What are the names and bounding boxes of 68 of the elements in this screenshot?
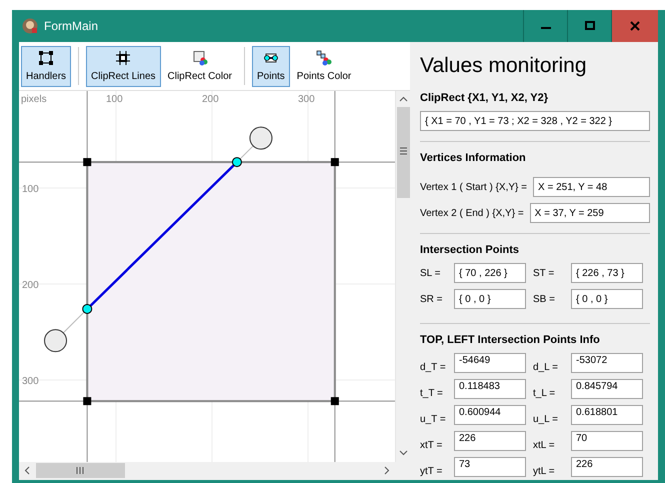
field-label: SB = (533, 294, 556, 304)
value-field[interactable]: 70 (571, 431, 643, 451)
field-label: t_L = (533, 388, 556, 399)
section-heading: TOP, LEFT Intersection Points Info (420, 334, 601, 346)
value-field[interactable]: 226 (454, 431, 526, 451)
corner-handle[interactable] (83, 158, 92, 166)
corner-handle[interactable] (330, 397, 339, 406)
x-axis-label: 100 (106, 94, 123, 105)
intersection-point (232, 157, 242, 168)
field-label: ytT = (420, 466, 444, 477)
close-icon (630, 21, 640, 31)
clip-rect-field[interactable]: { X1 = 70 , Y1 = 73 ; X2 = 328 , Y2 = 322 } (420, 111, 650, 131)
color-icon (316, 50, 332, 66)
point-field[interactable]: { 226 , 73 } (571, 263, 643, 283)
color-icon (192, 50, 208, 66)
value-field[interactable]: -53072 (571, 353, 643, 373)
section-heading: Vertices Information (420, 152, 527, 164)
horizontal-scrollbar[interactable] (19, 462, 395, 480)
close-button[interactable] (611, 10, 658, 42)
toolbar-button[interactable]: Points (252, 46, 290, 86)
vertex-field[interactable]: X = 37, Y = 259 (530, 203, 650, 223)
field-label: Vertex 1 ( Start ) {X,Y} = (420, 182, 527, 192)
point-field[interactable]: { 0 , 0 } (571, 289, 643, 309)
field-label: SL = (420, 268, 442, 278)
value-field[interactable]: -54649 (454, 353, 526, 373)
y-axis-label: 200 (22, 280, 39, 291)
value-field[interactable]: 0.618801 (571, 405, 643, 425)
toolbar-button[interactable]: ClipRect Color (162, 46, 237, 86)
x-axis-label: 200 (202, 94, 219, 105)
vertex-handle[interactable] (44, 329, 68, 352)
section-heading: Intersection Points (420, 244, 520, 256)
panel-title: Values monitoring (420, 54, 588, 78)
field-label: ST = (533, 268, 556, 278)
y-axis-label: 300 (22, 376, 39, 387)
field-label: d_T = (420, 362, 447, 373)
intersection-point (82, 304, 92, 314)
value-field[interactable]: 73 (454, 457, 526, 477)
drawing-canvas[interactable]: pixels 100 200 300 100 200 300 (19, 91, 395, 462)
field-label: ytL = (533, 466, 556, 477)
field-label: SR = (420, 294, 444, 304)
point-field[interactable]: { 70 , 226 } (454, 263, 526, 283)
section-heading: ClipRect {X1, Y1, X2, Y2} (420, 92, 549, 104)
value-field[interactable]: 226 (571, 457, 643, 477)
field-label: d_L = (533, 362, 559, 373)
field-label: Vertex 2 ( End ) {X,Y} = (420, 208, 524, 218)
corner-handle[interactable] (330, 158, 339, 166)
point-field[interactable]: { 0 , 0 } (454, 289, 526, 309)
vertex-handle[interactable] (249, 126, 272, 150)
y-axis-label: 100 (22, 184, 39, 195)
toolbar-button[interactable]: Points Color (292, 46, 356, 86)
axis-unit: pixels (21, 94, 47, 105)
value-field[interactable]: 0.118483 (454, 379, 526, 399)
x-axis-label: 300 (298, 94, 315, 105)
app-icon (22, 18, 38, 34)
toolbar-button[interactable]: Handlers (21, 46, 72, 86)
field-label: xtL = (533, 440, 556, 451)
field-label: u_T = (420, 414, 447, 425)
toolbar-button[interactable]: ClipRect Lines (86, 46, 161, 86)
value-field[interactable]: 0.845794 (571, 379, 643, 399)
field-label: u_L = (533, 414, 559, 425)
field-label: xtT = (420, 440, 444, 451)
maximize-icon (584, 21, 594, 31)
window-title: FormMain (44, 19, 100, 33)
corner-handle[interactable] (83, 397, 92, 406)
handles-icon (38, 50, 54, 66)
field-label: t_T = (420, 388, 444, 399)
value-field[interactable]: 0.600944 (454, 405, 526, 425)
vertex-field[interactable]: X = 251, Y = 48 (533, 177, 650, 197)
